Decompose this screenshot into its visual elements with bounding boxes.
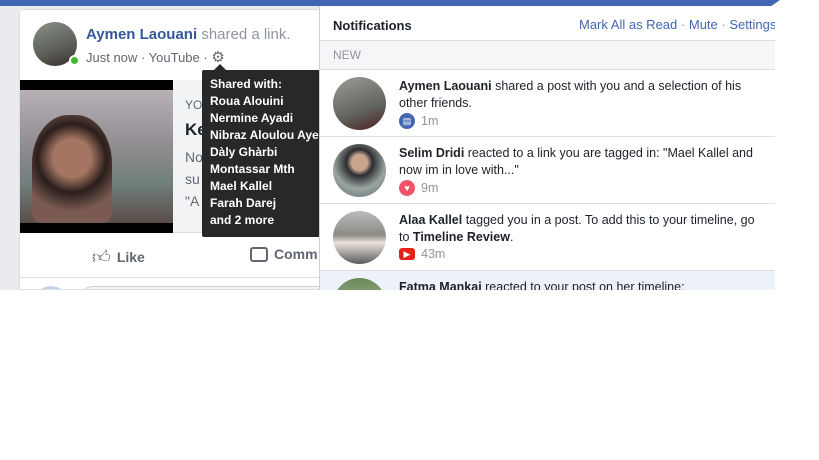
post-icon: ▤ [399,113,415,129]
heart-icon: ♥ [399,180,415,196]
separator: · [680,17,686,32]
tooltip-name: Nermine Ayadi [210,111,294,125]
tooltip-title: Shared with: [210,77,283,91]
separator: · [140,50,146,65]
notification-actor: Fatma Mankai [399,280,482,290]
notification-actor: Aymen Laouani [399,79,492,93]
notifications-header: Notifications Mark All as Read · Mute · … [320,6,775,41]
avatar [333,144,386,197]
notification-time: 43m [421,247,446,261]
tooltip-name: Nibraz Aloulou Aye [210,128,319,142]
notification-item[interactable]: Alaa Kallel tagged you in a post. To add… [320,204,775,271]
settings-link[interactable]: Settings [729,17,775,32]
thumbs-up-icon: 👍︎ [92,247,111,267]
notification-item[interactable]: Selim Dridi reacted to a link you are ta… [320,137,775,204]
author-name-link[interactable]: Aymen Laouani [86,26,197,43]
mark-all-read-link[interactable]: Mark All as Read [579,17,677,32]
notification-actor: Alaa Kallel [399,213,463,227]
tooltip-name: Mael Kallel [210,179,273,193]
like-label: Like [116,249,145,265]
notifications-panel: Notifications Mark All as Read · Mute · … [319,6,775,290]
notification-item[interactable]: Fatma Mankai reacted to your post on her… [320,271,775,290]
commenter-avatar [34,286,68,289]
tooltip-name: Montassar Mth [210,162,295,176]
notifications-title: Notifications [333,18,412,33]
link-source: YO [185,98,203,112]
comment-button[interactable]: Comm [250,246,318,262]
tooltip-name: Roua Alouini [210,94,284,108]
notification-time: 9m [421,181,439,195]
mute-link[interactable]: Mute [689,17,718,32]
tooltip-more: and 2 more [210,213,275,227]
post-time[interactable]: Just now [86,50,137,65]
separator: · [203,50,208,65]
post-meta: Just now · YouTube · ⚙ [86,48,225,66]
tooltip-name: Dàly Ghàrbi [210,145,278,159]
avatar [333,211,386,264]
post-action: shared a link. [201,26,291,43]
timeline-review-link[interactable]: Timeline Review [413,230,510,244]
shared-with-tooltip: Shared with: Roua Alouini Nermine Ayadi … [202,70,320,237]
post-header: Aymen Laouani shared a link. [86,26,291,43]
avatar [333,278,386,290]
notification-time: 1m [421,114,439,128]
notification-item[interactable]: Aymen Laouani shared a post with you and… [320,70,775,137]
youtube-icon: ▶ [399,248,415,260]
post-source[interactable]: YouTube [149,50,200,65]
comment-label: Comm [274,246,318,262]
avatar [333,77,386,130]
notification-actor: Selim Dridi [399,146,465,160]
separator: · [721,17,726,32]
notifications-actions: Mark All as Read · Mute · Settings [579,17,775,32]
online-status-dot [69,55,80,66]
section-new-header: NEW [320,41,775,70]
comment-bubble-icon [250,246,268,262]
like-button[interactable]: 👍︎ Like [92,246,145,268]
thumbnail-image [20,90,173,223]
post-actions: 👍︎ Like Comm [20,238,319,278]
thumbnail-figure [32,115,112,223]
tooltip-name: Farah Darej [210,196,277,210]
notification-text: . [509,230,514,244]
video-thumbnail[interactable] [20,80,173,233]
comment-input[interactable] [78,286,319,289]
notification-text: reacted to your post on her timeline: [481,280,685,290]
